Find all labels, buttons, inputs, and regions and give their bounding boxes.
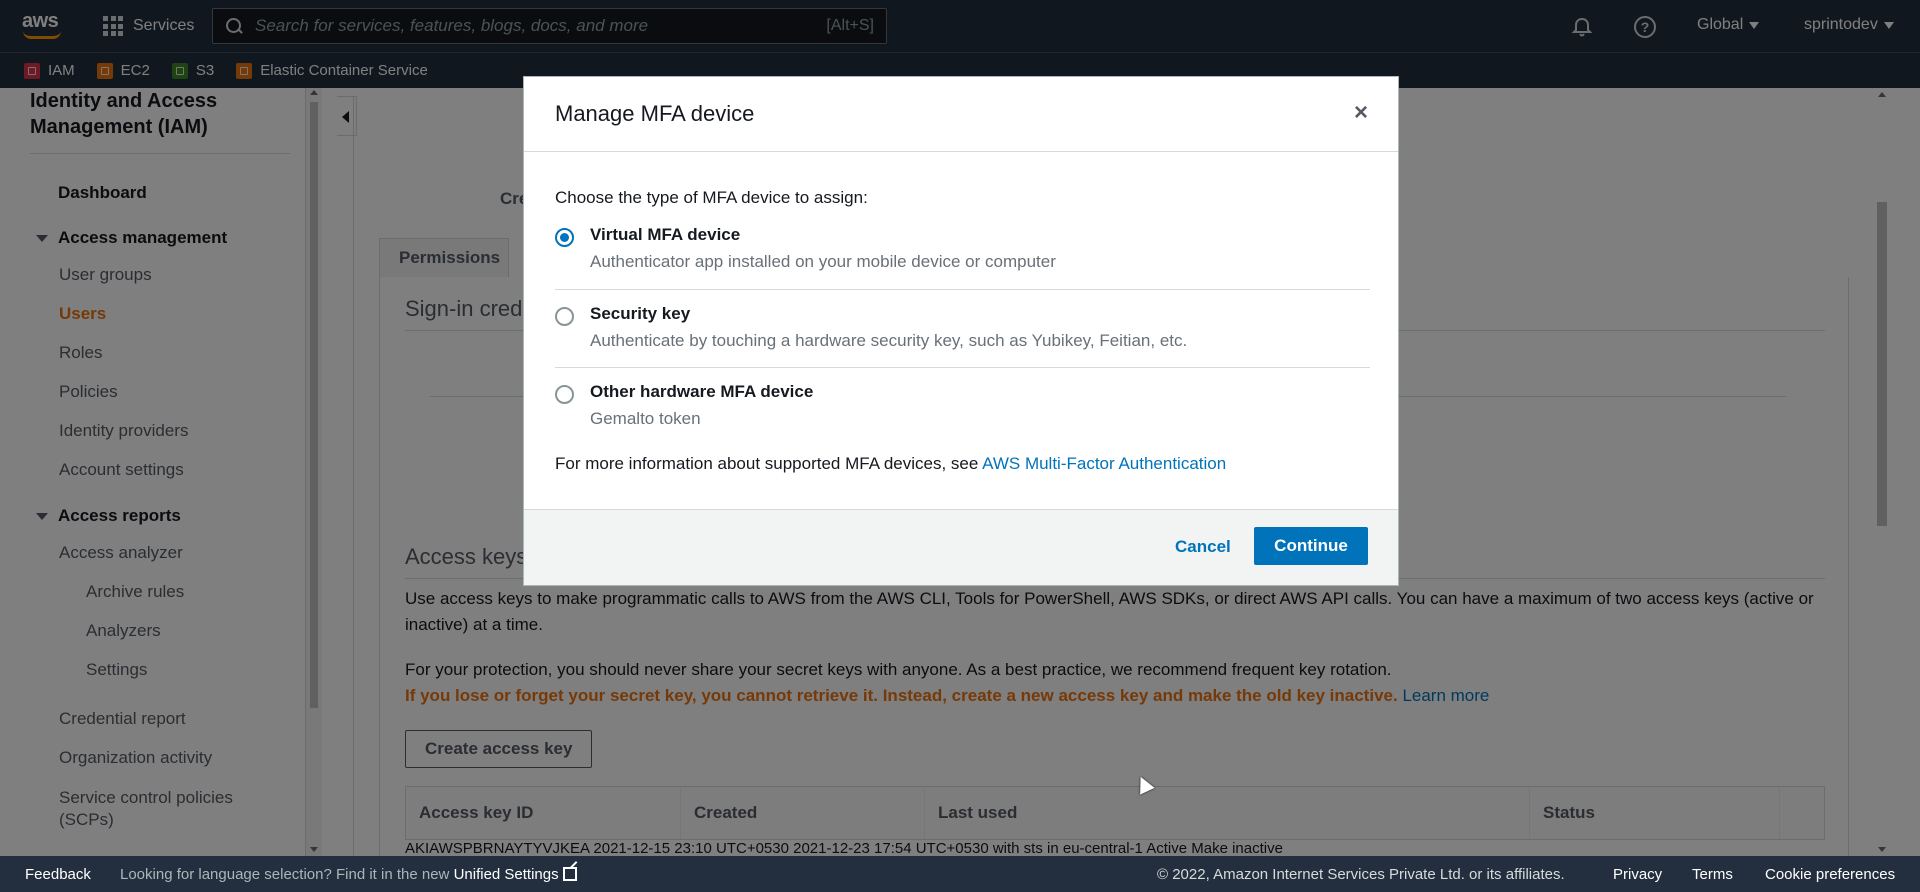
radio-virtual-mfa[interactable]	[555, 228, 574, 247]
cancel-button[interactable]: Cancel	[1175, 531, 1231, 563]
mfa-type-prompt: Choose the type of MFA device to assign:	[555, 188, 868, 207]
language-text: Looking for language selection? Find it …	[120, 865, 450, 883]
terms-link[interactable]: Terms	[1692, 866, 1733, 883]
option-description: Authenticator app installed on your mobi…	[590, 252, 1056, 271]
radio-security-key[interactable]	[555, 307, 574, 326]
option-label: Virtual MFA device	[590, 225, 741, 244]
unified-settings-link[interactable]: Unified Settings	[454, 866, 577, 883]
cookie-preferences-link[interactable]: Cookie preferences	[1765, 866, 1895, 883]
option-divider	[555, 289, 1370, 290]
manage-mfa-modal: Manage MFA device × Choose the type of M…	[523, 76, 1399, 586]
option-divider	[555, 367, 1370, 368]
option-label: Security key	[590, 304, 691, 323]
console-footer: Feedback Looking for language selection?…	[0, 856, 1920, 892]
option-description: Authenticate by touching a hardware secu…	[590, 331, 1188, 350]
info-text: For more information about supported MFA…	[555, 454, 979, 473]
aws-mfa-link[interactable]: AWS Multi-Factor Authentication	[982, 454, 1226, 473]
modal-footer: Cancel Continue	[524, 509, 1398, 585]
modal-title: Manage MFA device	[555, 101, 755, 126]
copyright-text: © 2022, Amazon Internet Services Private…	[1157, 865, 1565, 883]
unified-settings-label: Unified Settings	[453, 865, 559, 883]
option-description: Gemalto token	[590, 409, 701, 428]
privacy-link[interactable]: Privacy	[1613, 866, 1662, 883]
continue-button[interactable]: Continue	[1254, 527, 1368, 565]
modal-header: Manage MFA device ×	[524, 77, 1398, 152]
language-notice: Looking for language selection? Find it …	[120, 866, 577, 883]
mfa-info-text: For more information about supported MFA…	[555, 454, 1226, 474]
feedback-link[interactable]: Feedback	[25, 866, 91, 883]
close-icon[interactable]: ×	[1350, 101, 1372, 125]
external-link-icon	[562, 866, 577, 881]
option-label: Other hardware MFA device	[590, 382, 814, 401]
radio-other-hardware-mfa[interactable]	[555, 385, 574, 404]
